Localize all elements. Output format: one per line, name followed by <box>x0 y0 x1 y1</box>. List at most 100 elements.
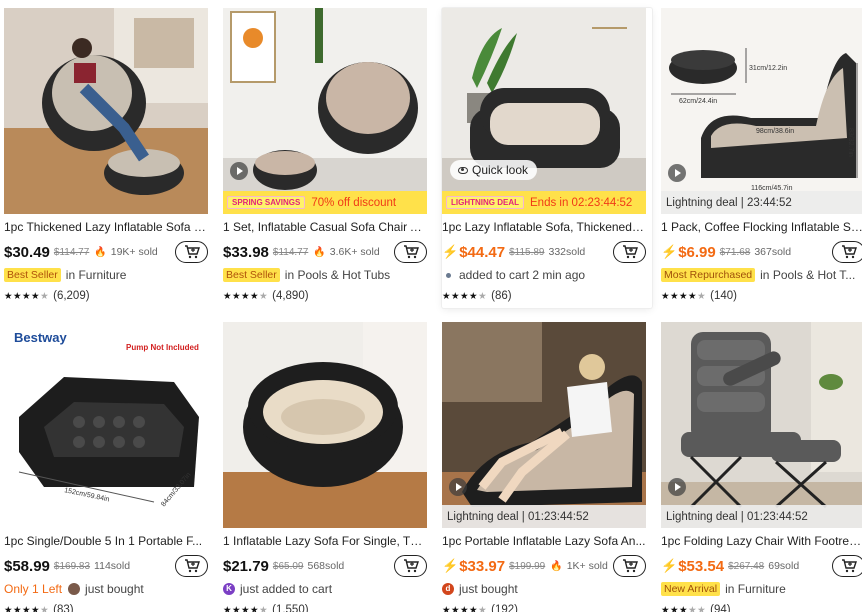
brand-logo: Bestway <box>14 330 68 345</box>
product-title[interactable]: 1pc Lazy Inflatable Sofa, Thickened I... <box>442 220 646 234</box>
spring-savings-tag: SPRING SAVINGS <box>227 196 306 209</box>
user-avatar-icon: K <box>223 583 235 595</box>
product-title[interactable]: 1 Inflatable Lazy Sofa For Single, Thi..… <box>223 534 427 548</box>
user-avatar-icon <box>68 583 81 595</box>
original-price: $199.99 <box>509 560 546 572</box>
sold-count: 3.6K+ sold <box>329 246 380 258</box>
product-title[interactable]: 1pc Thickened Lazy Inflatable Sofa F... <box>4 220 208 234</box>
product-photo <box>4 8 208 214</box>
product-card[interactable]: Bestway Pump Not Included 152cm/59.84in … <box>4 322 214 612</box>
product-grid: 1pc Thickened Lazy Inflatable Sofa F... … <box>0 0 862 612</box>
product-photo <box>223 8 427 214</box>
product-title[interactable]: 1 Pack, Coffee Flocking Inflatable So... <box>661 220 862 234</box>
quick-look-label: Quick look <box>472 163 529 177</box>
product-image[interactable]: Lightning deal | 01:23:44:52 <box>661 322 862 528</box>
most-repurchased-badge: Most Repurchased <box>661 268 756 282</box>
product-image[interactable]: 31cm/12.2in 62cm/24.4in 98cm/38.6in 83/3… <box>661 8 862 214</box>
play-video-icon[interactable] <box>668 164 686 182</box>
review-count: (1,550) <box>272 604 309 612</box>
review-count: (94) <box>710 604 731 612</box>
lightning-deal-tag: LIGHTNING DEAL <box>446 196 524 209</box>
price: $6.99 <box>678 243 716 261</box>
rating-row: ★★★★★ (192) <box>442 602 518 612</box>
social-proof-text: added to cart 2 min ago <box>459 268 586 282</box>
review-count: (140) <box>710 290 737 302</box>
promo-text: 70% off discount <box>311 196 397 209</box>
play-video-icon[interactable] <box>449 478 467 496</box>
category-link[interactable]: in Furniture <box>66 268 127 282</box>
add-to-cart-button[interactable] <box>832 555 862 577</box>
product-title[interactable]: 1pc Portable Inflatable Lazy Sofa An... <box>442 534 646 548</box>
product-photo: Bestway Pump Not Included 152cm/59.84in … <box>4 322 208 528</box>
product-card[interactable]: SPRING SAVINGS 70% off discount 1 Set, I… <box>223 8 433 308</box>
product-card[interactable]: Lightning deal | 01:23:44:52 1pc Folding… <box>661 322 862 612</box>
social-proof-text: just bought <box>459 582 518 596</box>
original-price: $114.77 <box>53 246 90 258</box>
tag-row: d just bought <box>442 581 652 597</box>
product-title[interactable]: 1pc Folding Lazy Chair With Footres... <box>661 534 862 548</box>
sold-count: 114sold <box>94 560 131 572</box>
price-row: ⚡ $33.97 $199.99 🔥 1K+ sold <box>442 554 652 578</box>
product-card[interactable]: LIGHTNING DEAL Ends in 02:23:44:52 Quick… <box>442 8 652 308</box>
product-card[interactable]: 1 Inflatable Lazy Sofa For Single, Thi..… <box>223 322 433 612</box>
play-video-icon[interactable] <box>668 478 686 496</box>
original-price: $65.09 <box>272 560 304 572</box>
product-photo <box>442 322 646 528</box>
tag-row: Only 1 Left just bought <box>4 581 214 597</box>
product-image[interactable]: Bestway Pump Not Included 152cm/59.84in … <box>4 322 208 528</box>
user-avatar-icon: d <box>442 583 454 595</box>
product-card[interactable]: 31cm/12.2in 62cm/24.4in 98cm/38.6in 83/3… <box>661 8 862 308</box>
category-link[interactable]: in Pools & Hot Tubs <box>285 268 390 282</box>
social-proof-text: just bought <box>85 582 144 596</box>
dim-seat: 98cm/38.6in <box>756 128 794 135</box>
flame-icon: 🔥 <box>313 246 326 258</box>
sold-count: 367sold <box>754 246 792 258</box>
star-rating-icon: ★★★★★ <box>4 290 50 302</box>
quick-look-button[interactable]: Quick look <box>450 160 538 180</box>
star-rating-icon: ★★★★★ <box>223 604 269 612</box>
lightning-deal-banner: Lightning deal | 01:23:44:52 <box>442 505 646 528</box>
cart-add-icon <box>622 559 638 573</box>
product-title[interactable]: 1 Set, Inflatable Casual Sofa Chair A... <box>223 220 427 234</box>
review-count: (6,209) <box>53 290 90 302</box>
product-title[interactable]: 1pc Single/Double 5 In 1 Portable F... <box>4 534 208 548</box>
add-to-cart-button[interactable] <box>394 241 427 263</box>
dim-tall: 83/32.7in <box>847 128 854 157</box>
cart-add-icon <box>841 245 857 259</box>
price-row: ⚡ $6.99 $71.68 367sold <box>661 240 862 264</box>
star-rating-icon: ★★★★★ <box>661 604 707 612</box>
category-link[interactable]: in Pools & Hot T... <box>760 268 855 282</box>
price: $58.99 <box>4 557 50 575</box>
add-to-cart-button[interactable] <box>613 555 646 577</box>
promo-text: Ends in 02:23:44:52 <box>530 196 633 209</box>
play-video-icon[interactable] <box>230 162 248 180</box>
category-link[interactable]: in Furniture <box>725 582 786 596</box>
product-photo: 31cm/12.2in 62cm/24.4in 98cm/38.6in 83/3… <box>661 8 862 214</box>
product-image[interactable]: LIGHTNING DEAL Ends in 02:23:44:52 Quick… <box>442 8 646 214</box>
add-to-cart-button[interactable] <box>175 241 208 263</box>
star-rating-icon: ★★★★★ <box>442 604 488 612</box>
add-to-cart-button[interactable] <box>613 241 646 263</box>
product-image[interactable] <box>4 8 208 214</box>
rating-row: ★★★★★ (94) <box>661 602 731 612</box>
product-card[interactable]: Lightning deal | 01:23:44:52 1pc Portabl… <box>442 322 652 612</box>
add-to-cart-button[interactable] <box>175 555 208 577</box>
product-photo <box>442 8 646 214</box>
original-price: $114.77 <box>272 246 309 258</box>
tag-row: Most Repurchased in Pools & Hot T... <box>661 267 862 283</box>
product-image[interactable]: SPRING SAVINGS 70% off discount <box>223 8 427 214</box>
price-row: $33.98 $114.77 🔥 3.6K+ sold <box>223 240 433 264</box>
price: $21.79 <box>223 557 269 575</box>
price: $30.49 <box>4 243 50 261</box>
product-image[interactable] <box>223 322 427 528</box>
add-to-cart-button[interactable] <box>394 555 427 577</box>
product-card[interactable]: 1pc Thickened Lazy Inflatable Sofa F... … <box>4 8 214 308</box>
add-to-cart-button[interactable] <box>832 241 862 263</box>
cart-add-icon <box>403 245 419 259</box>
product-image[interactable]: Lightning deal | 01:23:44:52 <box>442 322 646 528</box>
promo-banner: SPRING SAVINGS 70% off discount <box>223 191 427 214</box>
sold-count: 69sold <box>768 560 800 572</box>
sold-count: 1K+ sold <box>566 560 608 572</box>
product-photo <box>223 322 427 528</box>
rating-row: ★★★★★ (140) <box>661 288 737 304</box>
